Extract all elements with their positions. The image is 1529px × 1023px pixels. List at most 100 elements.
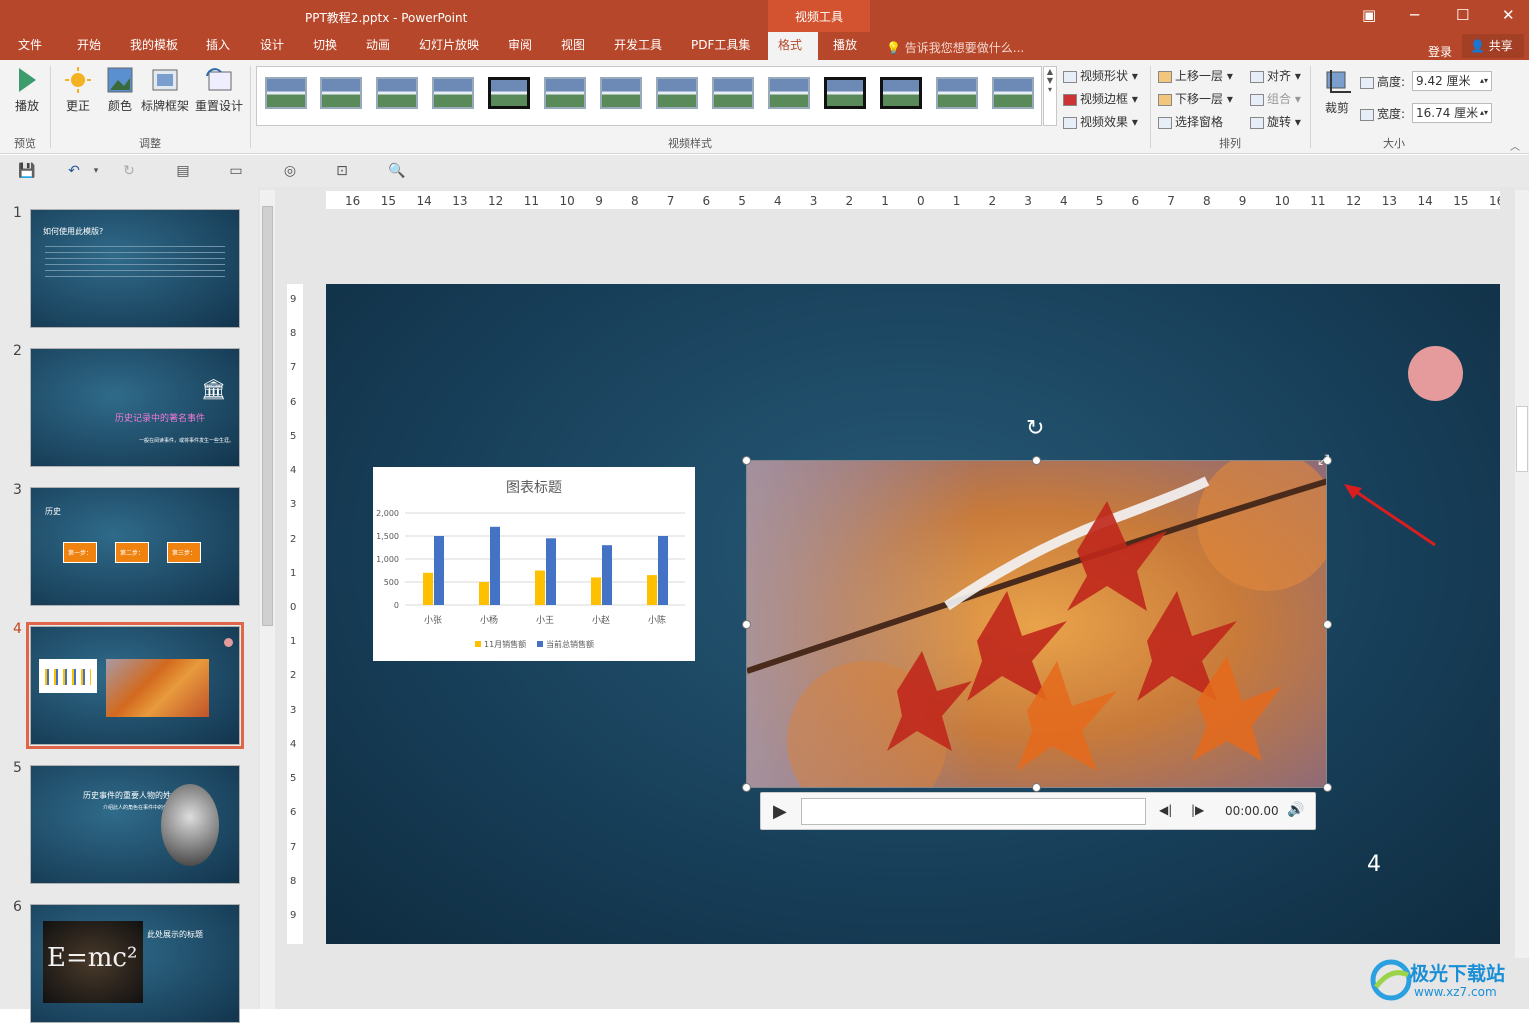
maximize-icon[interactable]: ☐ <box>1456 6 1469 24</box>
send-backward-button[interactable]: 下移一层 ▾ <box>1158 90 1233 107</box>
scroll-thumb[interactable] <box>262 206 273 626</box>
tab-insert[interactable]: 插入 <box>206 32 230 60</box>
video-shape-button[interactable]: 视频形状 ▾ <box>1063 67 1138 84</box>
selection-pane-button[interactable]: 选择窗格 <box>1158 113 1223 130</box>
rotate-button[interactable]: 旋转 ▾ <box>1250 113 1301 130</box>
editor-scrollbar[interactable] <box>1515 190 1529 958</box>
slide-thumbnail-2[interactable]: 历史记录中的著名事件 一般在阅读事件，或将事件发生一些生涯。 🏛 <box>30 348 240 467</box>
tab-view[interactable]: 视图 <box>561 32 585 60</box>
step-forward-icon[interactable]: |▶ <box>1191 803 1204 817</box>
step-back-icon[interactable]: ◀| <box>1159 803 1172 817</box>
undo-icon[interactable]: ↶ <box>66 163 82 179</box>
send-backward-label: 下移一层 <box>1175 92 1224 106</box>
spin-icon[interactable]: ▴▾ <box>1480 72 1488 90</box>
scroll-thumb[interactable] <box>1516 406 1528 472</box>
slide-thumbnails-pane[interactable]: 1 如何使用此模版? 2 历史记录中的著名事件 一般在阅读事件，或将事件发生一些… <box>0 187 258 1023</box>
resize-handle-nw[interactable] <box>742 456 751 465</box>
present-icon[interactable]: ◎ <box>282 163 298 179</box>
height-input[interactable]: 9.42 厘米 ▴▾ <box>1412 71 1492 91</box>
tab-pdf-tools[interactable]: PDF工具集 <box>691 32 750 60</box>
ruler-tick-label: 13 <box>1381 194 1398 208</box>
color-button[interactable]: 颜色 <box>102 66 138 114</box>
video-style-2[interactable] <box>320 77 362 109</box>
redo-icon[interactable]: ↻ <box>121 163 137 179</box>
video-style-14[interactable] <box>992 77 1034 109</box>
ribbon-display-icon[interactable]: ▣ <box>1362 6 1376 24</box>
save-icon[interactable]: 💾 <box>18 163 35 179</box>
slide-thumbnail-1[interactable]: 如何使用此模版? <box>30 209 240 328</box>
ruler-tick-label: 12 <box>1346 194 1362 208</box>
play-icon[interactable]: ▶ <box>773 801 787 822</box>
tab-review[interactable]: 审阅 <box>508 32 532 60</box>
tab-home[interactable]: 开始 <box>77 32 101 60</box>
pink-circle-shape[interactable] <box>1408 346 1463 401</box>
video-effects-button[interactable]: 视频效果 ▾ <box>1063 113 1138 130</box>
group-button[interactable]: 组合 ▾ <box>1250 90 1301 107</box>
slide-thumbnail-5[interactable]: 历史事件的重要人物的姓名 介绍此人的角色在事件中的作用。 <box>30 765 240 884</box>
slide-number: 5 <box>13 760 22 776</box>
tell-me-search[interactable]: 💡 告诉我您想要做什么... <box>886 39 1024 56</box>
gallery-scroll[interactable]: ▲ ▼ ▾ <box>1043 66 1057 126</box>
align-button[interactable]: 对齐 ▾ <box>1250 67 1301 84</box>
undo-dropdown-icon[interactable]: ▾ <box>88 163 104 179</box>
share-button[interactable]: 👤 共享 <box>1462 34 1524 58</box>
resize-handle-se[interactable] <box>1323 783 1332 792</box>
tab-transitions[interactable]: 切换 <box>313 32 337 60</box>
layout-icon[interactable]: ▭ <box>228 163 244 179</box>
tab-my-templates[interactable]: 我的模板 <box>130 32 178 60</box>
tab-playback[interactable]: 播放 <box>833 32 857 60</box>
video-object[interactable] <box>746 460 1327 788</box>
chart-object[interactable]: 图表标题 2,000 1,500 1,000 500 0 小张 小杨 小王 小赵 小陈 11月销售额 当… <box>373 467 695 661</box>
video-style-1[interactable] <box>265 77 307 109</box>
video-style-3[interactable] <box>376 77 418 109</box>
collapse-ribbon-icon[interactable]: ︿ <box>1510 138 1520 153</box>
thumb-title: 历史事件的重要人物的姓名 <box>83 791 179 800</box>
minimize-icon[interactable]: ─ <box>1410 6 1419 24</box>
video-styles-gallery[interactable] <box>256 66 1042 126</box>
video-style-8[interactable] <box>656 77 698 109</box>
video-style-7[interactable] <box>600 77 642 109</box>
poster-frame-button[interactable]: 标牌框架 <box>140 66 190 114</box>
video-style-4[interactable] <box>432 77 474 109</box>
tab-design[interactable]: 设计 <box>260 32 284 60</box>
video-style-10[interactable] <box>768 77 810 109</box>
tab-developer[interactable]: 开发工具 <box>614 32 662 60</box>
rotate-handle-icon[interactable]: ↻ <box>1026 416 1044 441</box>
preview-icon[interactable]: 🔍 <box>388 163 405 179</box>
thumbnails-scrollbar[interactable] <box>260 190 275 1009</box>
crop-button[interactable]: 裁剪 <box>1320 68 1354 116</box>
reset-design-button[interactable]: 重置设计 <box>194 66 244 114</box>
video-style-13[interactable] <box>936 77 978 109</box>
corrections-button[interactable]: 更正 <box>60 66 96 114</box>
volume-icon[interactable]: 🔊 <box>1287 802 1304 818</box>
slide-thumbnail-6[interactable]: E=mc² 此处展示的标题 <box>30 904 240 1023</box>
video-style-11[interactable] <box>824 77 866 109</box>
resize-handle-w[interactable] <box>742 620 751 629</box>
play-button[interactable]: 播放 <box>12 66 42 114</box>
resize-handle-n[interactable] <box>1032 456 1041 465</box>
ruler-tick-label: 5 <box>738 194 746 208</box>
bring-forward-button[interactable]: 上移一层 ▾ <box>1158 67 1233 84</box>
tab-file[interactable]: 文件 <box>18 32 42 60</box>
resize-handle-e[interactable] <box>1323 620 1332 629</box>
close-icon[interactable]: ✕ <box>1502 6 1515 24</box>
tab-animations[interactable]: 动画 <box>366 32 390 60</box>
thumb-chart <box>39 659 97 693</box>
slideshow-icon[interactable]: ⊡ <box>334 163 350 179</box>
resize-handle-sw[interactable] <box>742 783 751 792</box>
video-style-5[interactable] <box>488 77 530 109</box>
video-border-button[interactable]: 视频边框 ▾ <box>1063 90 1138 107</box>
video-seek-bar[interactable] <box>801 798 1146 825</box>
tab-format[interactable]: 格式 <box>768 32 818 60</box>
video-style-9[interactable] <box>712 77 754 109</box>
new-slide-icon[interactable]: ▤ <box>175 163 191 179</box>
video-style-12[interactable] <box>880 77 922 109</box>
slide-thumbnail-3[interactable]: 历史 第一步： 第二步： 第三步： <box>30 487 240 606</box>
tab-slideshow[interactable]: 幻灯片放映 <box>419 32 479 60</box>
video-style-6[interactable] <box>544 77 586 109</box>
width-input[interactable]: 16.74 厘米 ▴▾ <box>1412 103 1492 123</box>
video-control-bar[interactable]: ▶ ◀| |▶ 00:00.00 🔊 <box>760 792 1316 830</box>
resize-handle-s[interactable] <box>1032 783 1041 792</box>
slide-thumbnail-4[interactable] <box>26 622 244 749</box>
spin-icon[interactable]: ▴▾ <box>1480 104 1488 122</box>
